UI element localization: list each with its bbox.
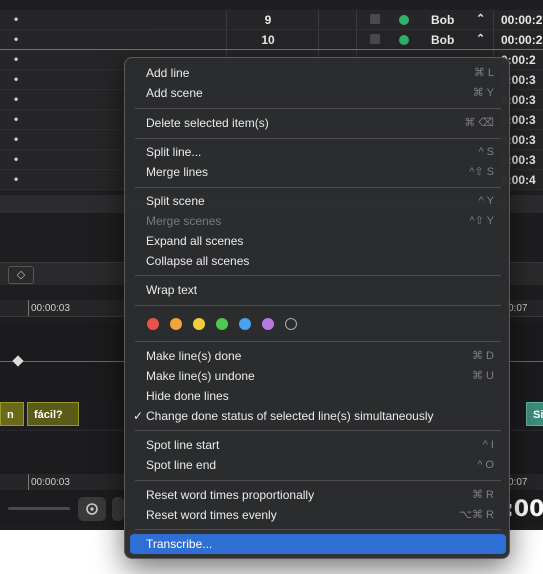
menu-separator — [135, 305, 501, 306]
subtitle-clip[interactable]: fácil? — [27, 402, 79, 426]
loop-icon — [86, 503, 98, 515]
column-divider — [356, 30, 357, 49]
row-bullet: • — [14, 172, 19, 186]
menu-item-delete-selected[interactable]: Delete selected item(s) ⌘ ⌫ — [130, 113, 506, 133]
ruler-time-left: 00:00:03 — [31, 477, 70, 488]
playhead-marker[interactable] — [12, 355, 24, 367]
menu-separator — [135, 341, 501, 342]
column-divider — [493, 30, 494, 49]
column-divider — [493, 10, 494, 29]
row-bullet: • — [14, 32, 19, 46]
row-number: 9 — [264, 13, 272, 27]
menu-separator — [135, 187, 501, 188]
subtitle-clip[interactable]: n — [0, 402, 24, 426]
character-name: Bob — [431, 13, 455, 27]
menu-separator — [135, 529, 501, 530]
status-dot-icon — [399, 15, 409, 25]
color-swatch[interactable] — [262, 318, 274, 330]
menu-item-add-line[interactable]: Add line ⌘ L — [130, 63, 506, 83]
menu-item-collapse-all-scenes[interactable]: Collapse all scenes — [130, 251, 506, 271]
menu-item-merge-lines[interactable]: Merge lines ^⇧ S — [130, 162, 506, 182]
menu-item-hide-done-lines[interactable]: Hide done lines — [130, 386, 506, 406]
menu-item-wrap-text[interactable]: Wrap text — [130, 280, 506, 300]
column-divider — [318, 30, 319, 49]
menu-item-expand-all-scenes[interactable]: Expand all scenes — [130, 231, 506, 251]
loop-button[interactable] — [78, 497, 106, 521]
menu-separator — [135, 430, 501, 431]
character-stepper-icon[interactable]: ⌃ — [476, 32, 485, 45]
table-row[interactable]: • 9 Bob ⌃ 00:00:2 — [0, 10, 543, 30]
menu-item-reset-word-times-proportionally[interactable]: Reset word times proportionally ⌘ R — [130, 485, 506, 505]
zoom-stepper[interactable]: ◇ — [8, 266, 34, 284]
color-swatch[interactable] — [193, 318, 205, 330]
menu-item-make-undone[interactable]: Make line(s) undone ⌘ U — [130, 366, 506, 386]
menu-item-spot-line-end[interactable]: Spot line end ^ O — [130, 455, 506, 475]
subtitle-clip[interactable]: Si — [526, 402, 543, 426]
row-bullet: • — [14, 72, 19, 86]
color-swatch[interactable] — [147, 318, 159, 330]
menu-item-split-scene[interactable]: Split scene ^ Y — [130, 191, 506, 211]
color-swatch[interactable] — [239, 318, 251, 330]
status-dot-icon — [399, 35, 409, 45]
row-bullet: • — [14, 132, 19, 146]
column-divider — [226, 10, 227, 29]
column-divider — [226, 30, 227, 49]
menu-separator — [135, 138, 501, 139]
row-bullet: • — [14, 112, 19, 126]
done-checkbox[interactable] — [370, 34, 380, 44]
color-swatch[interactable] — [170, 318, 182, 330]
row-bullet: • — [14, 12, 19, 26]
ruler-tick — [28, 300, 29, 316]
ruler-time-left: 00:00:03 — [31, 303, 70, 314]
menu-item-change-done-status[interactable]: ✓ Change done status of selected line(s)… — [130, 406, 506, 426]
context-menu: Add line ⌘ L Add scene ⌘ Y Delete selected… — [124, 57, 510, 559]
menu-item-add-scene[interactable]: Add scene ⌘ Y — [130, 83, 506, 103]
volume-slider[interactable] — [8, 507, 70, 510]
done-checkbox[interactable] — [370, 14, 380, 24]
column-divider — [318, 10, 319, 29]
menu-separator — [135, 275, 501, 276]
checkmark-icon: ✓ — [133, 409, 144, 423]
transport-button[interactable] — [112, 497, 124, 521]
character-name: Bob — [431, 33, 455, 47]
row-time: 00:00:2 — [501, 33, 543, 47]
menu-item-make-done[interactable]: Make line(s) done ⌘ D — [130, 346, 506, 366]
ruler-time-right: 0:07 — [508, 303, 528, 314]
menu-separator — [135, 480, 501, 481]
column-divider — [356, 10, 357, 29]
row-bullet: • — [14, 52, 19, 66]
row-bullet: • — [14, 152, 19, 166]
table-row[interactable]: • 10 Bob ⌃ 00:00:2 — [0, 30, 543, 51]
menu-item-split-line[interactable]: Split line... ^ S — [130, 142, 506, 162]
color-swatch-none[interactable] — [285, 318, 297, 330]
ruler-tick — [28, 474, 29, 490]
menu-item-transcribe[interactable]: Transcribe... — [130, 534, 506, 554]
menu-item-spot-line-start[interactable]: Spot line start ^ I — [130, 435, 506, 455]
current-time-display: :00 — [505, 497, 543, 522]
row-number: 10 — [261, 33, 275, 47]
menu-item-reset-word-times-evenly[interactable]: Reset word times evenly ⌥⌘ R — [130, 505, 506, 525]
row-bullet: • — [14, 92, 19, 106]
character-stepper-icon[interactable]: ⌃ — [476, 12, 485, 25]
ruler-time-right: 0:07 — [508, 477, 528, 488]
row-time: 00:00:2 — [501, 13, 543, 27]
menu-item-merge-scenes: Merge scenes ^⇧ Y — [146, 214, 494, 228]
color-swatch[interactable] — [216, 318, 228, 330]
menu-separator — [135, 108, 501, 109]
